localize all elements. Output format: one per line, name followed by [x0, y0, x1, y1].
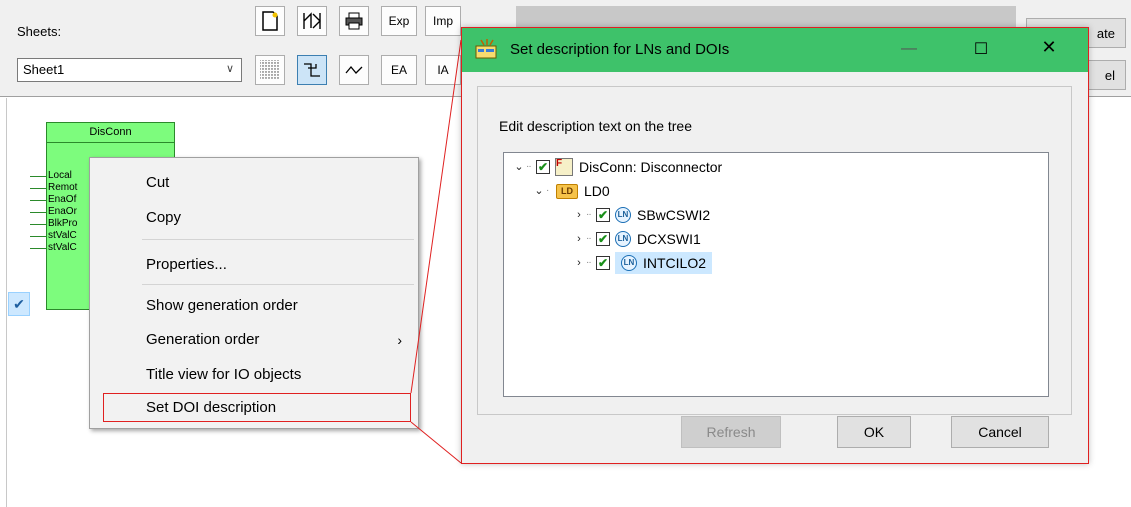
dialog-title-bar[interactable]: Set description for LNs and DOIs — ☐ ✕	[462, 28, 1088, 72]
checkbox[interactable]: ✔	[596, 208, 610, 222]
pin-label: BlkPro	[29, 218, 78, 229]
menu-item-label: Title view for IO objects	[146, 366, 302, 383]
pin-label: Local	[30, 170, 72, 181]
pin-label: stValC	[30, 242, 77, 253]
checkbox[interactable]: ✔	[596, 232, 610, 246]
menu-item-label: Properties...	[146, 256, 227, 273]
tree-node-label: LD0	[584, 183, 610, 199]
chevron-right-icon[interactable]: ›	[572, 252, 586, 274]
chevron-down-icon: ∨	[225, 63, 234, 75]
ea-button[interactable]: EA	[381, 55, 417, 85]
chevron-down-icon[interactable]: ⌄	[512, 156, 526, 178]
menu-item-copy[interactable]: Copy	[90, 205, 418, 231]
checkbox[interactable]: ✔	[596, 256, 610, 270]
chevron-down-icon[interactable]: ⌄	[532, 180, 546, 202]
checkbox[interactable]: ✔	[536, 160, 550, 174]
pin-label: EnaOr	[30, 206, 77, 217]
ln-icon: LN	[621, 255, 637, 271]
tree-node-label: INTCILO2	[643, 255, 707, 271]
ld-icon: LD	[556, 183, 578, 199]
menu-separator	[142, 239, 414, 240]
function-block-title: DisConn	[47, 123, 174, 143]
selected-node[interactable]: LN INTCILO2	[615, 252, 713, 274]
export-button[interactable]: Exp	[381, 6, 417, 36]
app-icon	[475, 39, 497, 59]
ia-button[interactable]: IA	[425, 55, 461, 85]
dialog-title: Set description for LNs and DOIs	[510, 41, 730, 58]
align-icon	[303, 12, 321, 29]
import-button[interactable]: Imp	[425, 6, 461, 36]
curve-icon	[345, 65, 363, 74]
sheet-select-value: Sheet1	[23, 62, 65, 77]
tree-node-label: DCXSWI1	[637, 231, 701, 247]
function-icon: F	[555, 158, 573, 176]
curve-button[interactable]	[339, 55, 369, 85]
menu-item-label: Copy	[146, 209, 182, 226]
menu-item-show-generation-order[interactable]: Show generation order	[90, 293, 418, 319]
tree-node-label: DisConn: Disconnector	[579, 159, 723, 175]
tree-caption: Edit description text on the tree	[499, 118, 692, 134]
minimize-icon[interactable]: —	[894, 40, 924, 60]
menu-item-properties[interactable]: Properties...	[90, 252, 418, 278]
sheets-label: Sheets:	[17, 24, 62, 39]
pin-label: Remot	[29, 182, 78, 193]
new-page-icon	[262, 11, 278, 31]
ok-button[interactable]: OK	[837, 416, 911, 448]
chevron-right-icon: ›	[397, 332, 402, 348]
maximize-icon[interactable]: ☐	[966, 39, 996, 61]
tree-row-ld[interactable]: ⌄ · LD LD0	[532, 180, 610, 202]
description-tree[interactable]: ⌄ ·· ✔ F DisConn: Disconnector ⌄ · LD LD…	[503, 152, 1049, 397]
new-page-button[interactable]	[255, 6, 285, 36]
printer-icon	[345, 12, 363, 30]
chevron-right-icon[interactable]: ›	[572, 204, 586, 226]
route-lines-icon	[304, 63, 320, 77]
checkmark-icon: ✔	[8, 292, 30, 316]
tree-row-root[interactable]: ⌄ ·· ✔ F DisConn: Disconnector	[512, 156, 722, 178]
menu-item-label: Show generation order	[146, 297, 298, 314]
grid-icon	[260, 60, 280, 80]
set-description-dialog: Set description for LNs and DOIs — ☐ ✕ E…	[461, 27, 1089, 464]
tree-row-ln-selected[interactable]: › ·· ✔ LN INTCILO2	[572, 252, 713, 274]
menu-item-cut[interactable]: Cut	[90, 170, 418, 196]
close-icon[interactable]: ✕	[1034, 37, 1064, 61]
sheet-select[interactable]: Sheet1 ∨	[17, 58, 242, 82]
print-button[interactable]	[339, 6, 369, 36]
context-menu: Cut Copy Properties... Show generation o…	[89, 157, 419, 429]
pin-label: stValC	[30, 230, 77, 241]
tree-node-label: SBwCSWI2	[637, 207, 711, 223]
align-button[interactable]	[297, 6, 327, 36]
grid-button[interactable]	[255, 55, 285, 85]
ln-icon: LN	[615, 231, 631, 247]
tree-row-ln[interactable]: › ·· ✔ LN SBwCSWI2	[572, 204, 710, 226]
menu-item-label: Cut	[146, 174, 170, 191]
menu-item-label: Generation order	[146, 331, 260, 348]
chevron-right-icon[interactable]: ›	[572, 228, 586, 250]
menu-item-generation-order[interactable]: Generation order ›	[90, 327, 418, 353]
menu-item-title-view[interactable]: Title view for IO objects	[90, 362, 418, 388]
cancel-button[interactable]: Cancel	[951, 416, 1049, 448]
highlight-frame	[103, 393, 411, 422]
tree-row-ln[interactable]: › ·· ✔ LN DCXSWI1	[572, 228, 701, 250]
pin-label: EnaOf	[29, 194, 77, 205]
refresh-button[interactable]: Refresh	[681, 416, 781, 448]
ln-icon: LN	[615, 207, 631, 223]
menu-separator	[142, 284, 414, 285]
route-lines-button[interactable]	[297, 55, 327, 85]
